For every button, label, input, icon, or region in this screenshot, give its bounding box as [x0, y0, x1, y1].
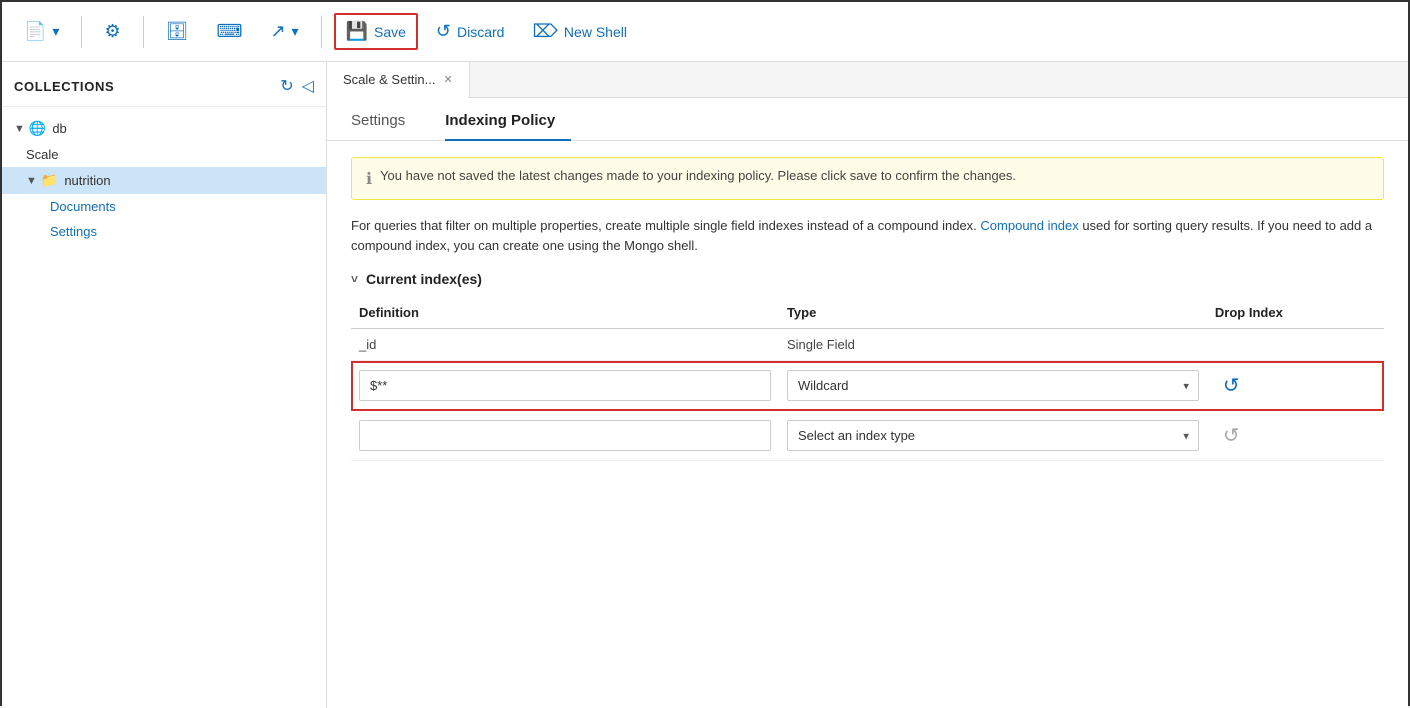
new-shell-label: New Shell: [564, 24, 627, 40]
save-label: Save: [374, 24, 406, 40]
tab-navigation: Settings Indexing Policy: [327, 102, 1408, 141]
chevron-db: ▼: [14, 123, 25, 135]
terminal-button[interactable]: ⌨: [206, 15, 252, 48]
tab-close-icon[interactable]: ✕: [444, 73, 453, 86]
export-button[interactable]: ↗ ▾: [260, 15, 308, 48]
row3-definition: [351, 411, 779, 461]
col-header-drop-index: Drop Index: [1207, 299, 1384, 329]
row2-definition: [351, 361, 779, 411]
sidebar-item-documents[interactable]: Documents: [2, 194, 326, 219]
tab-scale-settings[interactable]: Scale & Settin... ✕: [327, 62, 470, 98]
section-label: Current index(es): [366, 271, 482, 287]
row2-revert-button[interactable]: ↺: [1215, 369, 1248, 402]
save-button-wrapper: 💾 Save: [334, 13, 418, 50]
sidebar-header-icons: ↻ ◁: [280, 76, 314, 96]
terminal-icon: ⌨: [216, 21, 242, 42]
discard-button[interactable]: ↺ Discard: [426, 15, 515, 48]
description-text: For queries that filter on multiple prop…: [351, 216, 1384, 255]
table-row: Select an index type Wildcard Single Fie…: [351, 411, 1384, 461]
gear-icon: ⚙: [104, 21, 120, 42]
col-header-definition: Definition: [351, 299, 779, 329]
db-icon: 🌐: [29, 120, 46, 137]
sidebar-item-scale[interactable]: Scale: [2, 142, 326, 167]
sidebar-db-label: db: [52, 121, 66, 136]
row1-drop: [1207, 329, 1384, 361]
sidebar-settings-label: Settings: [50, 224, 97, 239]
sidebar-tree: ▼ 🌐 db Scale ▼ 📁 nutrition Documents Set…: [2, 107, 326, 252]
row2-type-select[interactable]: Wildcard Single Field Select an index ty…: [787, 370, 1199, 401]
main-layout: COLLECTIONS ↻ ◁ ▼ 🌐 db Scale ▼ 📁 nutriti…: [2, 62, 1408, 708]
new-document-button[interactable]: 📄 ▾: [14, 15, 69, 48]
warning-icon: ℹ: [366, 169, 372, 189]
row3-type-cell: Select an index type Wildcard Single Fie…: [779, 411, 1207, 461]
collection-icon: 📁: [41, 172, 58, 189]
row2-definition-input[interactable]: [359, 370, 771, 401]
tabs-bar: Scale & Settin... ✕: [327, 62, 1408, 98]
tab-nav-indexing-policy[interactable]: Indexing Policy: [445, 102, 571, 141]
discard-label: Discard: [457, 24, 504, 40]
chevron-down-icon: ▾: [292, 23, 299, 40]
divider-1: [81, 16, 82, 48]
row2-revert-cell: ↺: [1207, 361, 1384, 411]
chevron-nutrition: ▼: [26, 175, 37, 187]
discard-icon: ↺: [436, 21, 451, 42]
index-table: Definition Type Drop Index _id Single Fi…: [351, 299, 1384, 461]
collections-title: COLLECTIONS: [14, 79, 114, 94]
sidebar-nutrition-label: nutrition: [64, 173, 110, 188]
warning-text: You have not saved the latest changes ma…: [380, 168, 1016, 183]
chevron-icon: ▾: [52, 23, 59, 40]
sidebar-documents-label: Documents: [50, 199, 116, 214]
section-chevron: ˅: [351, 272, 358, 286]
row3-revert-cell: ↺: [1207, 411, 1384, 461]
page-content: ℹ You have not saved the latest changes …: [327, 141, 1408, 708]
table-header-row: Definition Type Drop Index: [351, 299, 1384, 329]
compound-index-link[interactable]: Compound index: [980, 218, 1078, 233]
new-document-icon: 📄: [24, 21, 46, 42]
refresh-icon[interactable]: ↻: [280, 76, 293, 96]
table-row: _id Single Field: [351, 329, 1384, 361]
desc-before-link: For queries that filter on multiple prop…: [351, 218, 980, 233]
row1-definition: _id: [351, 329, 779, 361]
col-header-type: Type: [779, 299, 1207, 329]
sidebar-scale-label: Scale: [26, 147, 59, 162]
sidebar: COLLECTIONS ↻ ◁ ▼ 🌐 db Scale ▼ 📁 nutriti…: [2, 62, 327, 708]
content-area: Scale & Settin... ✕ Settings Indexing Po…: [327, 62, 1408, 708]
sidebar-item-settings[interactable]: Settings: [2, 219, 326, 244]
new-shell-button[interactable]: ⌦ New Shell: [522, 15, 636, 48]
divider-3: [321, 16, 322, 48]
new-shell-icon: ⌦: [532, 21, 557, 42]
row3-type-select[interactable]: Select an index type Wildcard Single Fie…: [787, 420, 1199, 451]
gear-button[interactable]: ⚙: [94, 15, 130, 48]
row3-revert-button[interactable]: ↺: [1215, 419, 1248, 452]
table-row: Wildcard Single Field Select an index ty…: [351, 361, 1384, 411]
row2-type-cell: Wildcard Single Field Select an index ty…: [779, 361, 1207, 411]
row3-type-select-wrapper: Select an index type Wildcard Single Fie…: [787, 420, 1199, 451]
sidebar-item-nutrition[interactable]: ▼ 📁 nutrition: [2, 167, 326, 194]
row2-type-select-wrapper: Wildcard Single Field Select an index ty…: [787, 370, 1199, 401]
collapse-icon[interactable]: ◁: [302, 76, 314, 96]
import-icon: 🗄: [166, 21, 189, 42]
tab-label: Scale & Settin...: [343, 72, 436, 87]
current-indexes-section-header[interactable]: ˅ Current index(es): [351, 271, 1384, 287]
save-button[interactable]: 💾 Save: [336, 15, 416, 48]
import-button[interactable]: 🗄: [156, 15, 199, 48]
row3-definition-input[interactable]: [359, 420, 771, 451]
toolbar: 📄 ▾ ⚙ 🗄 ⌨ ↗ ▾ 💾 Save ↺ Discard ⌦ New She…: [2, 2, 1408, 62]
divider-2: [143, 16, 144, 48]
sidebar-item-db[interactable]: ▼ 🌐 db: [2, 115, 326, 142]
sidebar-header: COLLECTIONS ↻ ◁: [2, 62, 326, 107]
row1-type: Single Field: [779, 329, 1207, 361]
export-icon: ↗: [270, 21, 285, 42]
save-icon: 💾: [346, 21, 368, 42]
warning-banner: ℹ You have not saved the latest changes …: [351, 157, 1384, 200]
tab-nav-settings[interactable]: Settings: [351, 102, 421, 141]
